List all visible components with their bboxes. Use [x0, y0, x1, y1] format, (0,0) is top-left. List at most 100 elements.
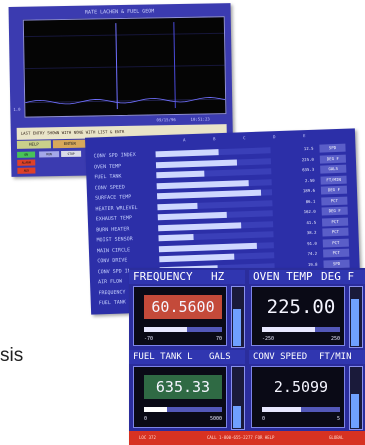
vbar-fill	[351, 299, 359, 346]
gauge-scale: 0 5	[262, 415, 340, 424]
gauge-max: 70	[215, 336, 222, 342]
vbar-fill	[233, 308, 241, 346]
status-enter[interactable]: ENTER	[52, 139, 88, 149]
parameter-label: CONV SPD INDEX	[93, 152, 136, 160]
gauge-min: -70	[144, 336, 154, 342]
gauge-readout: 635.33	[144, 375, 222, 399]
column-header: D	[272, 134, 276, 140]
gauge-max: 5000	[209, 416, 222, 422]
gauge-min: 0	[144, 416, 148, 422]
parameter-label: HEATER WRLEVEL	[95, 204, 138, 212]
gauge-oven-temp[interactable]: 225.00 -250 250	[251, 286, 345, 346]
y-axis-label: 1.0	[13, 106, 21, 112]
gauge-track	[144, 327, 222, 332]
plot-gridline	[24, 64, 225, 70]
parameter-value: 189.6	[302, 187, 316, 194]
parameter-bar-fill	[156, 170, 205, 179]
vbar-fill	[351, 393, 359, 428]
parameter-unit: PCT	[323, 248, 350, 258]
plot-cursor	[115, 23, 118, 110]
parameter-value: 2.50	[304, 177, 315, 183]
parameter-value: 41.5	[306, 219, 317, 225]
parameter-label: EXHAUST TEMP	[95, 215, 133, 223]
stop-button[interactable]: STOP	[61, 150, 82, 158]
aux-button[interactable]: AUX	[17, 167, 36, 174]
gauge-title-label: OVEN TEMP	[253, 270, 313, 283]
column-header: A	[183, 137, 186, 143]
gauge-conv-speed[interactable]: 2.5099 0 5	[251, 366, 345, 428]
gauge-conv-speed-title: CONV SPEED FT/MIN	[249, 350, 365, 364]
status-help[interactable]: HELP	[16, 140, 52, 149]
parameter-unit: SPD	[323, 259, 350, 269]
gauge-min: 0	[262, 416, 266, 422]
parameter-unit: PCT	[321, 217, 349, 227]
footer-left: LOC 372	[139, 435, 156, 440]
gauge-oven-temp-vbar	[349, 286, 363, 348]
gauge-unit-label: DEG F	[321, 270, 355, 283]
gauge-track	[262, 327, 340, 332]
parameter-value: 225.0	[301, 156, 314, 162]
parameter-unit: FT/MIN	[320, 175, 347, 185]
column-header: C	[243, 135, 246, 141]
gauge-fill	[144, 327, 187, 332]
gauge-conv-speed-vbar	[349, 366, 363, 430]
gauge-fuel-tank[interactable]: 635.33 0 5000	[133, 366, 227, 428]
parameter-value: 91.0	[307, 240, 317, 246]
gauge-title-label: CONV SPEED	[253, 352, 308, 362]
gauge-readout: 60.5600	[144, 295, 222, 319]
plot-traces	[24, 22, 226, 110]
plot-area	[22, 16, 227, 118]
alarm-button[interactable]: ALARM	[17, 159, 36, 166]
parameter-bar-fill	[157, 202, 198, 210]
parameter-bar-fill	[156, 179, 249, 189]
parameter-label: CONV DRIVE	[97, 257, 128, 265]
parameter-label: BURN HEATER	[96, 225, 130, 233]
parameter-value: 86.1	[305, 198, 316, 204]
on-button[interactable]: ON	[17, 151, 36, 158]
gauge-fill	[262, 327, 316, 332]
parameter-label: OVEN TEMP	[93, 163, 122, 170]
plot-marker	[173, 22, 176, 109]
gauge-frequency-vbar	[231, 286, 245, 348]
gauge-scale: 0 5000	[144, 415, 222, 424]
gauge-frequency-title: FREQUENCY HZ	[129, 270, 245, 284]
parameter-unit: DEG F	[320, 185, 348, 195]
parameter-unit: PCT	[322, 238, 349, 248]
gauge-readout: 2.5099	[273, 378, 329, 396]
column-header: B	[213, 136, 216, 142]
parameter-label: MOIST SENSOR	[96, 236, 133, 244]
status-footer: LOC 372 CALL 1-800-655-2277 FOR HELP GLO…	[129, 431, 365, 445]
parameter-unit: PCT	[322, 227, 349, 237]
gauge-max: 250	[330, 336, 340, 342]
gauge-scale: -250 250	[262, 335, 340, 344]
gauge-fill	[144, 407, 168, 412]
gauge-fill	[262, 407, 301, 412]
vbar-fill	[233, 406, 241, 428]
parameter-unit: PCT	[321, 196, 348, 206]
footer-help[interactable]: CALL 1-800-655-2277 FOR HELP	[207, 431, 274, 445]
x-axis-date: 09/15/96	[156, 117, 176, 123]
gauge-scale: -70 70	[144, 335, 222, 344]
gauge-frequency[interactable]: 60.5600 -70 70	[133, 286, 227, 346]
caption-fragment: sis	[0, 345, 24, 366]
gauge-min: -250	[262, 336, 275, 342]
parameter-label: SURFACE TEMP	[95, 194, 132, 202]
gauge-max: 5	[336, 416, 340, 422]
parameter-bar-fill	[158, 221, 242, 231]
parameter-value: 74.2	[307, 250, 318, 257]
gauge-track	[262, 407, 340, 412]
run-button[interactable]: RUN	[39, 151, 60, 158]
gauge-readout: 225.00	[266, 296, 336, 318]
x-axis-time: 10:51:23	[190, 116, 210, 122]
gauge-title-label: FUEL TANK L	[133, 352, 193, 362]
parameter-unit: GALS	[320, 164, 347, 174]
footer-right: GLOBAL	[329, 435, 344, 440]
column-header: E	[302, 133, 306, 139]
parameter-value: 635.3	[302, 166, 315, 173]
parameter-unit: DEG F	[321, 206, 348, 216]
plot-gridline	[24, 32, 225, 38]
gauge-unit-label: HZ	[211, 270, 225, 283]
parameter-label: CONV SPEED	[94, 183, 125, 191]
parameter-bar-fill	[155, 158, 237, 168]
parameter-unit: DEG F	[319, 154, 347, 164]
